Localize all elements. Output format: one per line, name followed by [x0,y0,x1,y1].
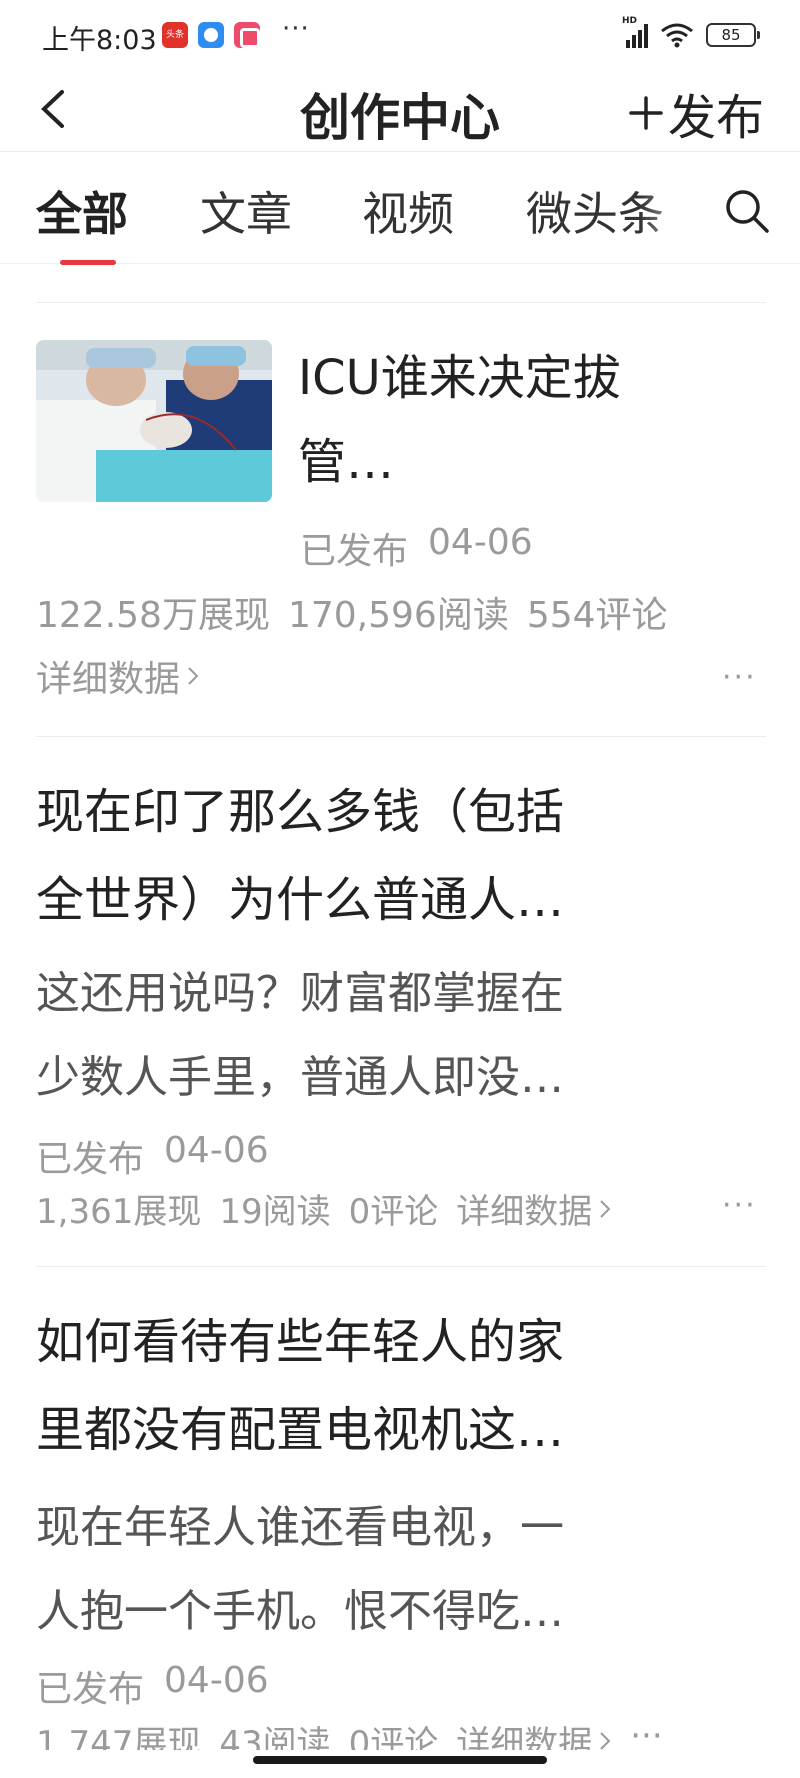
detail-data-link[interactable]: 详细数据 [456,1716,612,1750]
post-reads: 170,596阅读 [287,595,509,636]
post-stats: 1,361展现 19阅读 0评论 详细数据 [36,1184,612,1233]
plus-icon [629,96,663,130]
post-date: 04-06 [164,1130,269,1171]
post-title-line: 里都没有配置电视机这… [36,1402,565,1458]
cellular-signal-icon: HD [622,16,648,48]
tab-bar: 全部 文章 视频 微头条 [0,152,800,265]
battery-icon: 85 [706,23,760,47]
detail-data-label: 详细数据 [456,1192,593,1232]
publish-label: 发布 [667,90,764,146]
status-time: 上午8:03 [42,25,157,56]
more-options-icon[interactable]: ··· [722,660,757,695]
status-indicators: HD 85 [622,16,760,50]
tab-overflow-fade [640,152,710,262]
post-comments: 0评论 [348,1724,439,1750]
post-comments: 554评论 [526,595,668,636]
post-stats: 1,747展现 43阅读 0评论 详细数据 ··· [36,1716,663,1750]
post-stats: 122.58万展现 170,596阅读 554评论 [36,586,668,638]
post-summary-line: 现在年轻人谁还看电视，一 [36,1502,564,1553]
chat-app-icon [198,22,224,48]
post-status: 已发布 [300,531,409,572]
chevron-right-icon [188,667,199,685]
more-options-icon[interactable]: ··· [630,1716,662,1750]
post-thumbnail[interactable] [36,340,272,502]
post-reads: 43阅读 [219,1724,331,1750]
detail-data-link[interactable]: 详细数据 [36,650,200,702]
detail-data-label: 详细数据 [36,659,181,700]
search-icon[interactable] [722,186,772,236]
post-summary: 这还用说吗？财富都掌握在 少数人手里，普通人即没… [36,952,736,1120]
post-reads: 19阅读 [219,1192,331,1232]
divider [36,736,766,737]
home-indicator[interactable] [253,1756,547,1764]
publish-button[interactable]: 发布 [628,78,764,148]
post-summary-line: 人抱一个手机。恨不得吃… [36,1586,564,1637]
post-impressions: 122.58万展现 [36,595,270,636]
post-impressions: 1,361展现 [36,1192,202,1232]
detail-data-label: 详细数据 [456,1724,593,1750]
post-title-line: 管… [298,434,395,490]
divider [36,1266,766,1267]
tab-all[interactable]: 全部 [36,178,128,244]
tab-videos[interactable]: 视频 [362,178,454,244]
news-app-icon: 头条 [162,22,188,48]
active-tab-indicator [60,260,116,265]
post-comments: 0评论 [348,1192,439,1232]
chevron-right-icon [600,1731,611,1750]
network-type-label: HD [622,16,638,26]
post-title-line: ICU谁来决定拔 [298,350,621,406]
post-date: 04-06 [428,522,533,563]
post-status-row: 已发布 04-06 [36,1660,269,1712]
post-impressions: 1,747展现 [36,1724,202,1750]
nav-bar: 创作中心 发布 [0,70,800,152]
status-bar: 上午8:03 头条 ··· HD 85 [0,0,800,70]
post-status-row: 已发布 04-06 [300,522,533,574]
wifi-icon [661,23,693,48]
shopping-app-icon [234,22,260,48]
detail-data-link[interactable]: 详细数据 [456,1184,612,1233]
post-title-line: 全世界）为什么普通人… [36,872,565,928]
post-title-line: 现在印了那么多钱（包括 [36,784,565,840]
post-status-row: 已发布 04-06 [36,1130,269,1182]
more-options-icon[interactable]: ··· [722,1188,757,1223]
post-summary: 现在年轻人谁还看电视，一 人抱一个手机。恨不得吃… [36,1486,736,1654]
tab-articles[interactable]: 文章 [200,178,292,244]
post-status: 已发布 [36,1139,145,1180]
post-title-line: 如何看待有些年轻人的家 [36,1314,565,1370]
post-title[interactable]: ICU谁来决定拔 管… [298,336,738,504]
divider [36,302,766,303]
post-title[interactable]: 现在印了那么多钱（包括 全世界）为什么普通人… [36,768,736,944]
chevron-right-icon [600,1199,611,1218]
post-status: 已发布 [36,1669,145,1710]
post-summary-line: 少数人手里，普通人即没… [36,1052,564,1103]
post-title[interactable]: 如何看待有些年轻人的家 里都没有配置电视机这… [36,1298,736,1474]
notification-more-icon: ··· [282,14,310,44]
post-summary-line: 这还用说吗？财富都掌握在 [36,968,564,1019]
post-date: 04-06 [164,1660,269,1701]
